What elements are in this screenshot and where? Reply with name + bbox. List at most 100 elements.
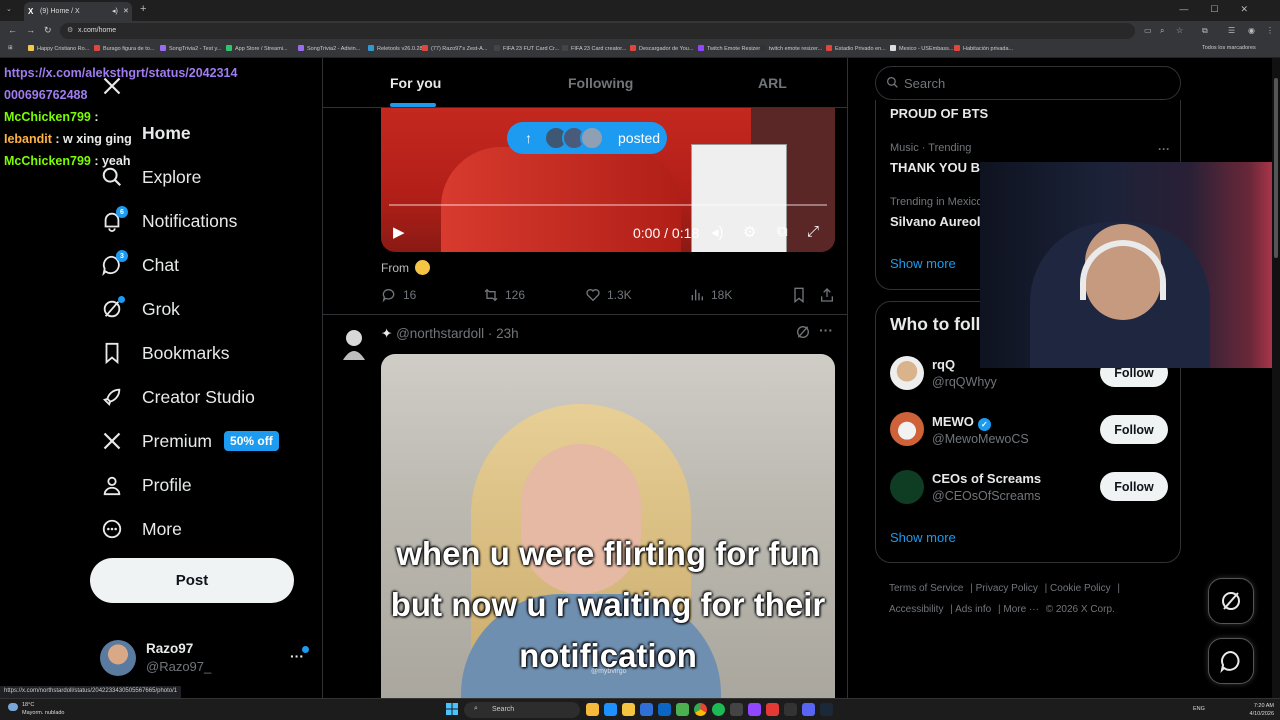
nav-bookmarks[interactable]: Bookmarks [100,338,340,368]
store-icon[interactable] [640,703,653,716]
bookmark-item[interactable]: Descargador de You... [630,45,693,52]
page-scrollbar[interactable] [1272,58,1280,698]
reply-button[interactable]: 16 [381,287,416,303]
follow-name[interactable]: rqQ [932,357,955,372]
trend-more-icon[interactable]: ··· [1158,142,1170,156]
post-author-handle[interactable]: @northstardoll [396,326,484,341]
views-button[interactable]: 18K [689,287,732,303]
tab-arl[interactable]: ARL [758,75,787,91]
follow-button[interactable]: Follow [1100,415,1168,444]
footer-privacy[interactable]: Privacy Policy [976,583,1038,594]
bookmark-post-icon[interactable] [791,287,813,303]
close-tab-icon[interactable]: ✕ [123,7,129,15]
bookmark-item[interactable]: App Store / Streami... [226,45,288,52]
windows-start-icon[interactable] [446,703,458,715]
follow-name[interactable]: MEWO [932,414,974,429]
extensions-icon[interactable]: ⧉ [1202,26,1208,36]
app-icon[interactable] [730,703,743,716]
bookmark-item[interactable]: SongTrivia2 - Adivin... [298,45,360,52]
folder-icon[interactable] [622,703,635,716]
footer-more[interactable]: More ··· [1003,604,1039,615]
bookmark-item[interactable]: Twitch Emote Resizer [698,45,760,52]
follow-show-more[interactable]: Show more [890,530,956,545]
twitch-icon[interactable] [748,703,761,716]
new-tab-button[interactable]: + [140,3,146,15]
language-indicator[interactable]: ENG [1193,706,1205,712]
discord-icon[interactable] [802,703,815,716]
bookmark-item[interactable]: twitch emote resizer... [760,45,822,52]
grok-icon[interactable] [795,324,811,345]
video-player[interactable]: ↑ posted ▶ 0:00 / 0:18 ◂) ⚙ ⧉ ⤢ [381,107,835,252]
tab-search-icon[interactable]: ⌄ [6,5,12,13]
post-more-icon[interactable]: ··· [819,322,833,338]
new-posts-pill[interactable]: ↑ posted [507,122,667,154]
weather-widget[interactable]: 18°C Mayorm. nublado [8,701,65,717]
obs-icon[interactable] [784,703,797,716]
bookmark-item[interactable]: (77) Razo97's Zest-A... [422,45,487,52]
messages-fab-button[interactable] [1208,638,1254,684]
url-input[interactable]: ⚙ x.com/home [60,23,1135,39]
all-bookmarks-folder[interactable]: Todos los marcadores [1202,45,1256,51]
share-icon[interactable] [819,287,841,303]
scrollbar-thumb[interactable] [1274,78,1278,258]
video-progress-bar[interactable] [389,204,827,206]
nav-more[interactable]: More [100,514,340,544]
app-icon[interactable] [766,703,779,716]
browser-tab-active[interactable]: X (9) Home / X ◂) ✕ [24,2,132,21]
bookmark-item[interactable]: Burago figura de to... [94,45,154,52]
profile-icon[interactable]: ◉ [1248,26,1255,35]
trends-show-more[interactable]: Show more [890,256,956,271]
avatar[interactable] [890,356,924,390]
pip-icon[interactable]: ⧉ [777,223,788,240]
chat-link[interactable]: https://x.com/aleksthgrt/status/20423140… [4,66,237,102]
bookmark-item[interactable]: Mexico - USEmbass... [890,45,953,52]
bookmark-item[interactable]: Estadio Privado en... [826,45,886,52]
speaker-icon[interactable]: ◂) [112,7,118,15]
edge-icon[interactable] [604,703,617,716]
clock[interactable]: 7:20 AM 4/10/2026 [1218,702,1274,718]
avatar[interactable] [339,326,369,360]
post-time[interactable]: 23h [496,326,519,341]
app-icon[interactable] [586,703,599,716]
tab-for-you[interactable]: For you [390,75,441,91]
bookmark-item[interactable]: Habitación privada... [954,45,1013,52]
nav-premium[interactable]: Premium 50% off [100,426,340,456]
footer-cookie[interactable]: Cookie Policy [1050,583,1111,594]
chrome-icon[interactable] [694,703,707,716]
play-icon[interactable]: ▶ [393,223,405,241]
bookmark-item[interactable]: Happy Cristiano Ro... [28,45,89,52]
nav-creator-studio[interactable]: Creator Studio [100,382,340,412]
volume-icon[interactable]: ◂) [711,223,724,241]
steam-icon[interactable] [820,703,833,716]
nav-grok[interactable]: Grok [100,294,340,324]
avatar[interactable] [890,412,924,446]
search-input[interactable]: Search [875,66,1181,100]
reload-button[interactable]: ↻ [44,25,52,36]
forward-button[interactable]: → [26,25,35,35]
footer-terms[interactable]: Terms of Service [889,583,963,594]
back-button[interactable]: ← [8,25,17,35]
footer-ads[interactable]: Ads info [955,604,991,615]
repost-button[interactable]: 126 [483,287,525,303]
cast-icon[interactable]: ▭ [1144,26,1152,35]
menu-icon[interactable]: ⋮ [1266,26,1274,35]
sidebar-icon[interactable]: ☰ [1228,26,1235,35]
window-controls[interactable]: —☐✕ [1179,4,1270,15]
post-media-image[interactable]: when u were flirting for fun but now u r… [381,354,835,698]
excel-icon[interactable] [676,703,689,716]
spotify-icon[interactable] [712,703,725,716]
grok-fab-button[interactable] [1208,578,1254,624]
trend-name[interactable]: PROUD OF BTS [890,106,988,121]
fullscreen-icon[interactable]: ⤢ [807,223,819,240]
follow-name[interactable]: CEOs of Screams [932,471,1041,486]
bookmark-item[interactable]: FIFA 23 Card creator... [562,45,626,52]
like-button[interactable]: 1.3K [585,287,632,303]
bookmark-item[interactable]: FIFA 23 FUT Card Cr... [494,45,559,52]
follow-button[interactable]: Follow [1100,472,1168,501]
nav-chat[interactable]: 3 Chat [100,250,340,280]
nav-profile[interactable]: Profile [100,470,340,500]
zoom-icon[interactable]: ⌕ [1160,26,1164,36]
bookmark-item[interactable]: SongTrivia2 - Test y... [160,45,221,52]
nav-notifications[interactable]: 6 Notifications [100,206,340,236]
star-icon[interactable]: ☆ [1176,26,1183,35]
